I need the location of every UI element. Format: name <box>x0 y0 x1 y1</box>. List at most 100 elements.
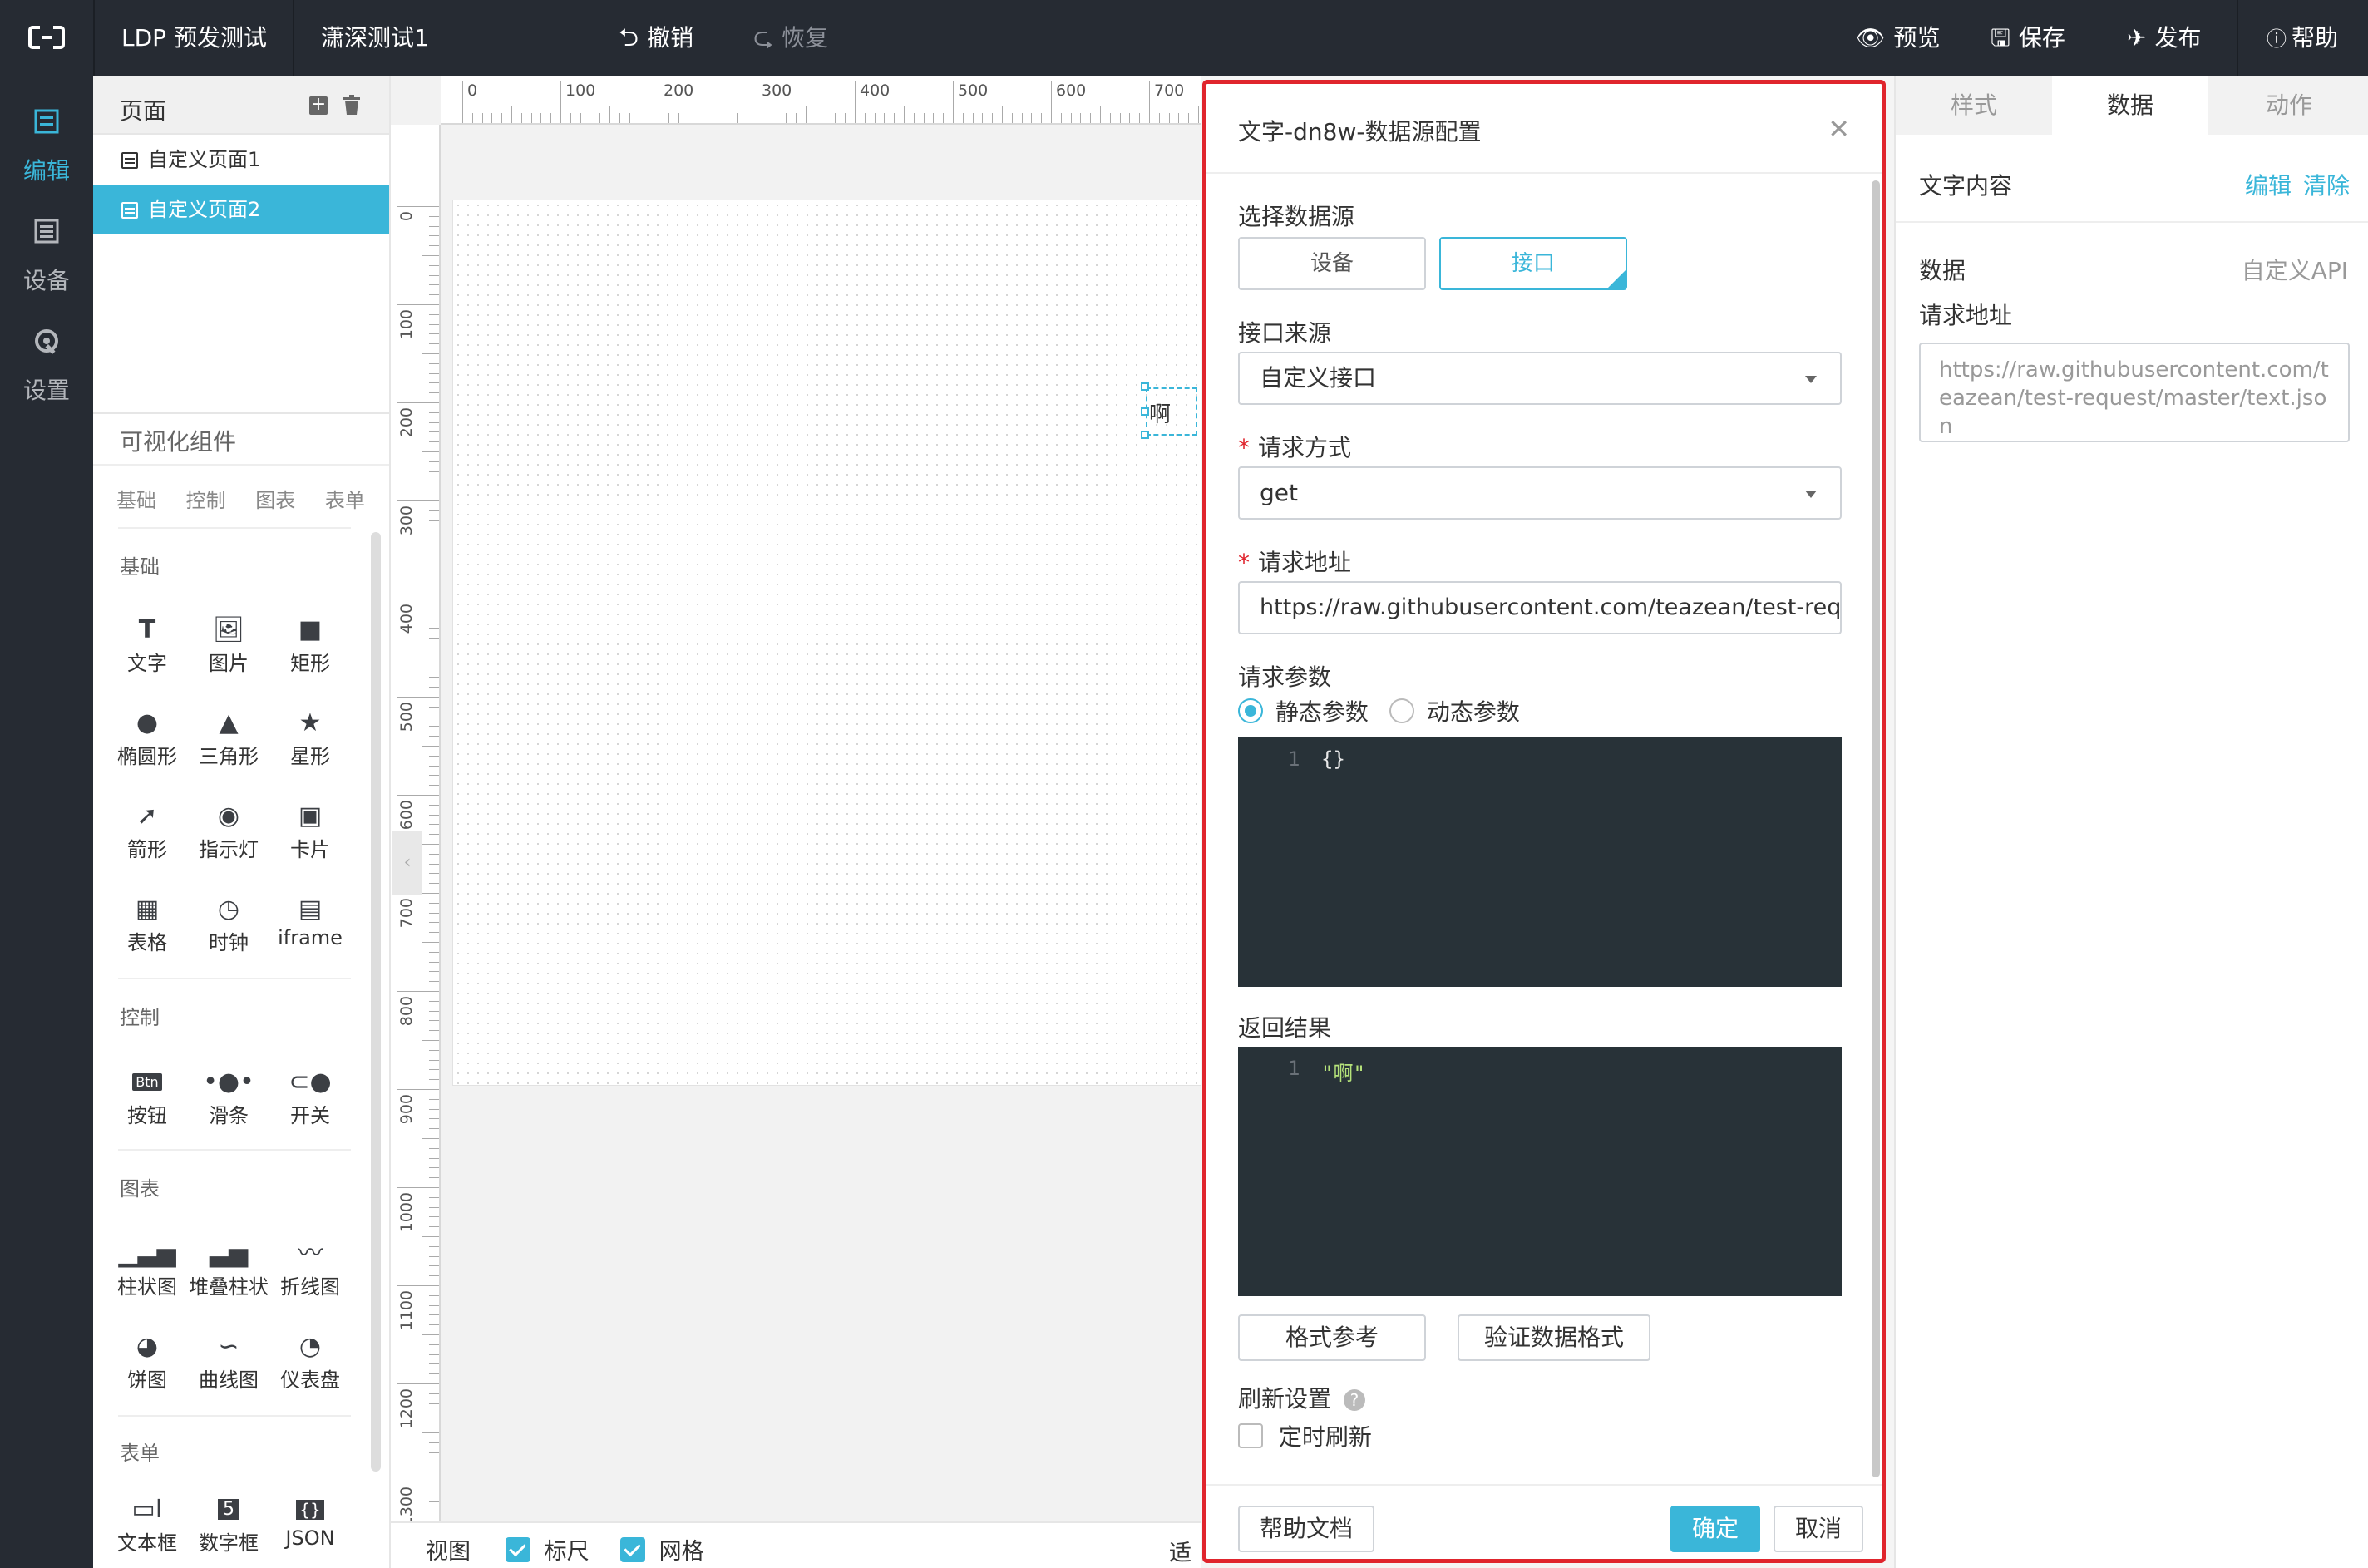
tab-form[interactable]: 表单 <box>325 489 365 512</box>
radio-button[interactable] <box>1389 698 1414 723</box>
selected-text-widget[interactable]: 啊 <box>1146 387 1197 436</box>
radio-button[interactable] <box>1238 698 1263 723</box>
component-switch[interactable]: ⊂● 开关 <box>269 1066 351 1128</box>
url-textarea[interactable]: https://raw.githubusercontent.com/teazea… <box>1919 343 2350 442</box>
params-radio-dynamic[interactable]: 动态参数 <box>1389 694 1520 727</box>
method-select[interactable]: get <box>1238 466 1842 520</box>
component-table[interactable]: ▦ 表格 <box>106 893 188 955</box>
component-textbox[interactable]: ▭I 文本框 <box>106 1493 188 1556</box>
ruler-tick <box>429 1030 439 1032</box>
undo-button[interactable]: ⮌ 撤销 <box>619 20 693 57</box>
rail-item-edit[interactable]: 编辑 <box>0 95 93 203</box>
project-name[interactable]: 潇深测试1 <box>321 20 429 57</box>
source-option-device[interactable]: 设备 <box>1238 237 1426 290</box>
save-button[interactable]: 🖫 保存 <box>1991 20 2065 57</box>
close-icon[interactable]: ✕ <box>1828 116 1850 142</box>
page-item-selected[interactable]: 自定义页面2 <box>93 185 389 234</box>
clear-link[interactable]: 清除 <box>2303 168 2350 201</box>
question-icon[interactable]: ? <box>1343 1389 1365 1411</box>
params-radio-static[interactable]: 静态参数 <box>1238 694 1369 727</box>
ruler-tick <box>1011 113 1013 123</box>
component-stacked-bar[interactable]: ▃▅ 堆叠柱状 <box>188 1237 269 1299</box>
component-ellipse[interactable]: ● 椭圆形 <box>106 707 188 769</box>
ruler-tick <box>429 1167 439 1169</box>
ruler-tick <box>429 1393 439 1394</box>
ruler-tick <box>429 264 439 266</box>
grid-checkbox[interactable] <box>620 1536 645 1562</box>
redo-button[interactable]: ⮎ 恢复 <box>753 20 828 57</box>
rail-item-settings[interactable]: 设置 <box>0 314 93 422</box>
ruler-tick <box>1119 113 1121 123</box>
tab-style[interactable]: 样式 <box>1896 76 2052 135</box>
logo-icon[interactable] <box>28 25 65 50</box>
ruler-tick <box>429 1000 439 1002</box>
publish-button[interactable]: ✈ 发布 <box>2127 20 2201 57</box>
page-item[interactable]: 自定义页面1 <box>93 135 389 185</box>
fit-button[interactable]: 适 <box>1169 1535 1191 1567</box>
component-curve-chart[interactable]: ∽ 曲线图 <box>188 1330 269 1393</box>
api-source-select[interactable]: 自定义接口 <box>1238 352 1842 405</box>
component-bar-chart[interactable]: ▁▃▅ 柱状图 <box>106 1237 188 1299</box>
timed-refresh-toggle[interactable]: 定时刷新 <box>1238 1419 1372 1452</box>
component-indicator[interactable]: ◉ 指示灯 <box>188 800 269 862</box>
rail-item-device[interactable]: 设备 <box>0 205 93 313</box>
add-page-icon[interactable]: + <box>309 96 328 115</box>
ruler-tick <box>580 113 581 123</box>
cancel-button[interactable]: 取消 <box>1774 1506 1863 1552</box>
tab-chart[interactable]: 图表 <box>255 489 295 512</box>
component-star[interactable]: ★ 星形 <box>269 707 351 769</box>
ruler-label: 700 <box>1154 81 1185 100</box>
components-scrollbar[interactable] <box>371 532 381 1472</box>
ruler-tick <box>1188 113 1190 123</box>
preview-button[interactable]: 👁 预览 <box>1856 20 1941 57</box>
validate-format-button[interactable]: 验证数据格式 <box>1458 1314 1650 1361</box>
component-json[interactable]: {} JSON <box>269 1493 351 1550</box>
resize-handle[interactable] <box>1141 382 1149 391</box>
url-input[interactable]: https://raw.githubusercontent.com/teazea… <box>1238 581 1842 634</box>
json-icon: {} <box>269 1493 351 1526</box>
component-line-chart[interactable]: 〰折线图 <box>269 1237 351 1299</box>
delete-page-icon[interactable] <box>343 95 361 115</box>
canvas-stage[interactable] <box>452 200 1201 1086</box>
component-image[interactable]: 🖼 图片 <box>188 614 269 676</box>
component-triangle[interactable]: ▲ 三角形 <box>188 707 269 769</box>
undo-icon: ⮌ <box>619 23 639 52</box>
ruler-tick <box>429 951 439 953</box>
ruler-tick <box>429 313 439 315</box>
grid-toggle[interactable]: 网格 <box>620 1533 704 1566</box>
confirm-button[interactable]: 确定 <box>1670 1506 1760 1552</box>
source-option-api[interactable]: 接口 <box>1439 237 1627 290</box>
edit-link[interactable]: 编辑 <box>2245 168 2292 201</box>
help-button[interactable]: ⓘ 帮助 <box>2267 20 2338 57</box>
ruler-toggle[interactable]: 标尺 <box>506 1533 590 1566</box>
tab-basic[interactable]: 基础 <box>116 489 156 512</box>
component-iframe[interactable]: ▤ iframe <box>269 893 351 949</box>
component-arrow[interactable]: ➚ 箭形 <box>106 800 188 862</box>
resize-handle[interactable] <box>1141 407 1149 416</box>
dialog-scrollbar[interactable] <box>1872 180 1880 1477</box>
component-card[interactable]: ▣ 卡片 <box>269 800 351 862</box>
result-code-editor[interactable]: 1 "啊" <box>1238 1047 1842 1296</box>
component-button[interactable]: Btn 按钮 <box>106 1066 188 1128</box>
component-number-box[interactable]: 5 数字框 <box>188 1493 269 1556</box>
component-slider[interactable]: •●• 滑条 <box>188 1066 269 1128</box>
timed-refresh-checkbox[interactable] <box>1238 1423 1263 1448</box>
component-pie-chart[interactable]: ◕ 饼图 <box>106 1330 188 1393</box>
tab-data[interactable]: 数据 <box>2052 76 2208 135</box>
component-clock[interactable]: ◷ 时钟 <box>188 893 269 955</box>
app-name[interactable]: LDP 预发测试 <box>121 20 267 57</box>
resize-handle[interactable] <box>1141 431 1149 439</box>
help-doc-button[interactable]: 帮助文档 <box>1238 1506 1374 1552</box>
format-reference-button[interactable]: 格式参考 <box>1238 1314 1426 1361</box>
component-rect[interactable]: ■ 矩形 <box>269 614 351 676</box>
ruler-checkbox[interactable] <box>506 1536 530 1562</box>
component-gauge[interactable]: ◔ 仪表盘 <box>269 1330 351 1393</box>
panel-collapse-handle[interactable]: ‹ <box>392 831 422 895</box>
ruler-tick <box>429 382 439 384</box>
component-text[interactable]: T 文字 <box>106 614 188 676</box>
params-code-editor[interactable]: 1 {} <box>1238 737 1842 987</box>
tab-control[interactable]: 控制 <box>186 489 226 512</box>
ruler-tick <box>429 431 439 433</box>
tab-action[interactable]: 动作 <box>2208 76 2368 135</box>
params-label: 请求参数 <box>1238 663 1332 691</box>
